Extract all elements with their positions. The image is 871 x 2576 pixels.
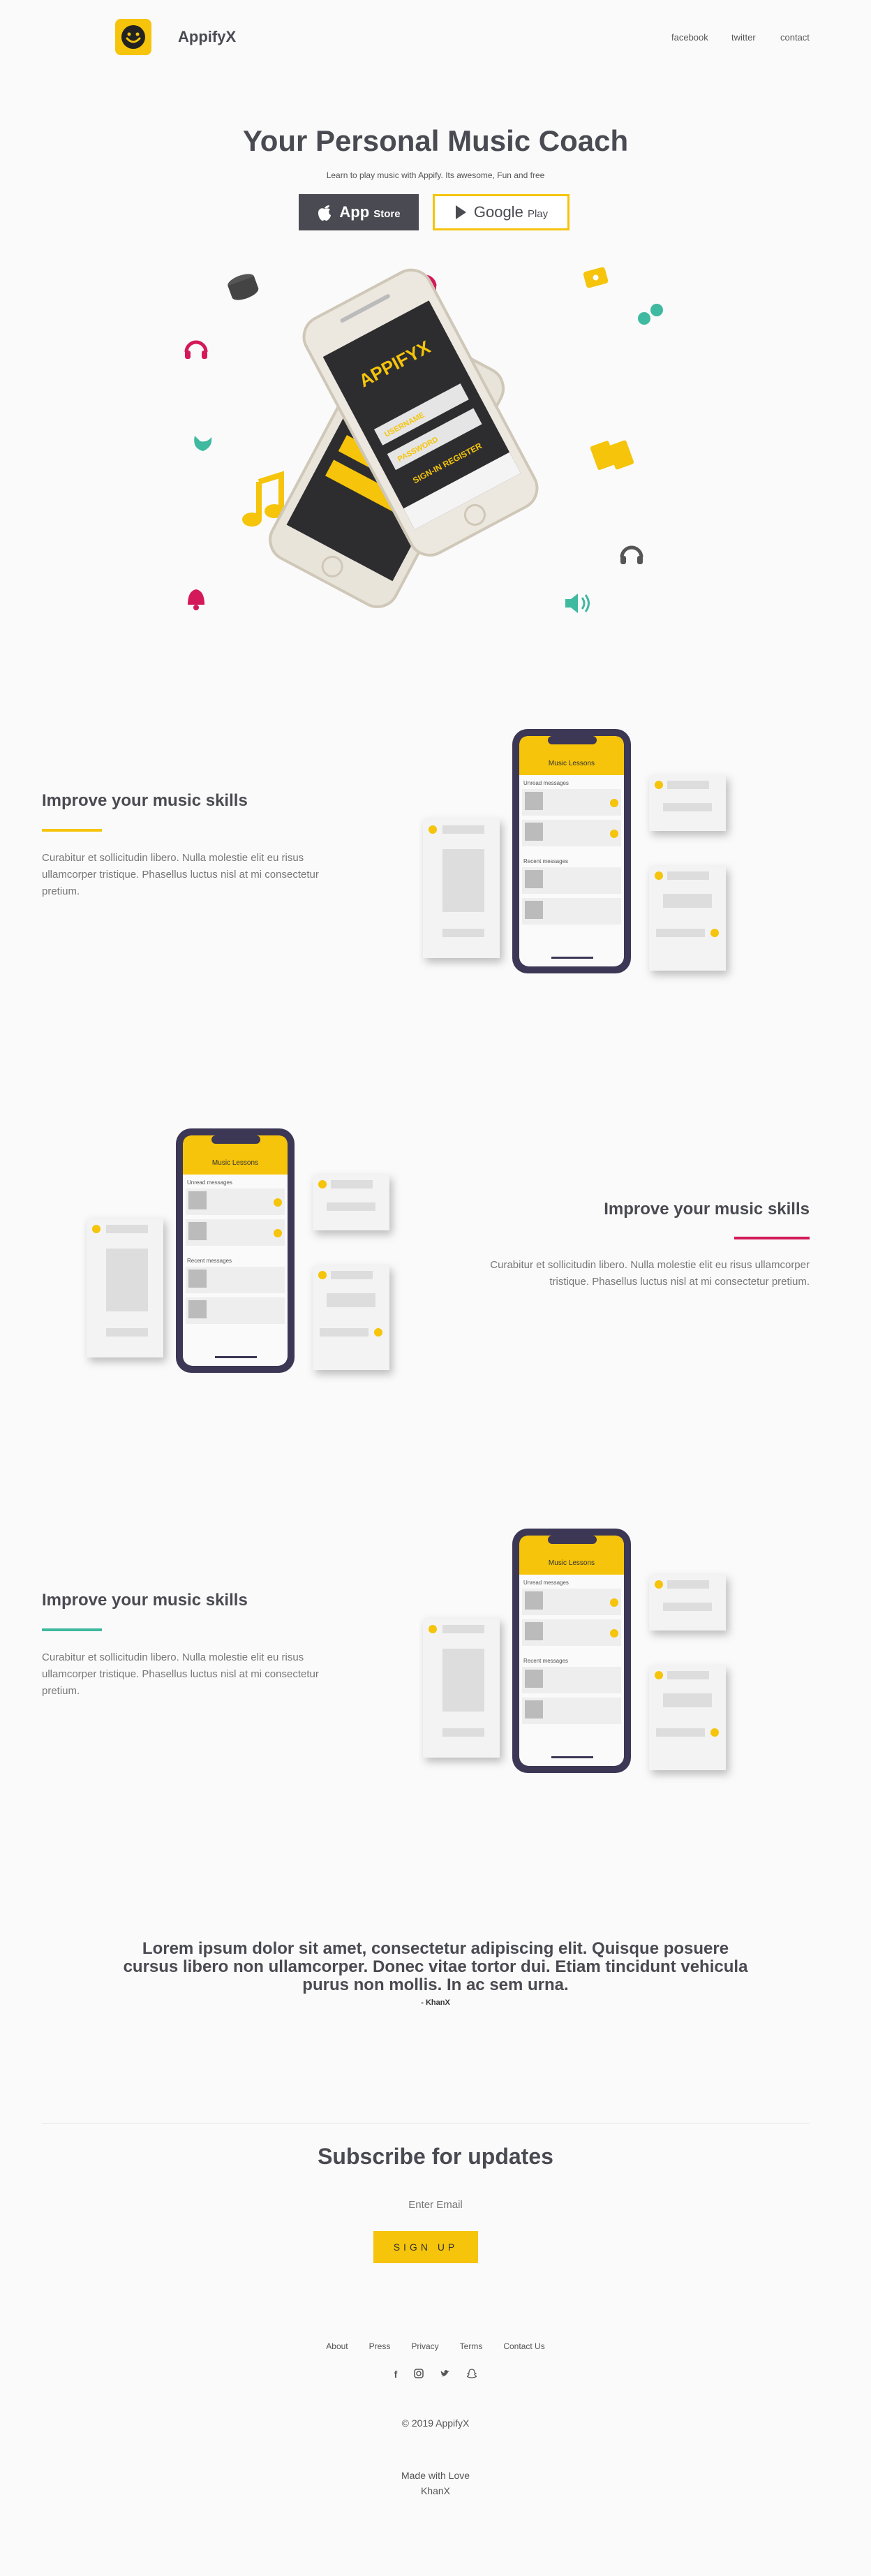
feature-2-text: Curabitur et sollicitudin libero. Nulla … — [490, 1259, 810, 1288]
hero-illustration: APPIFYX APPIFYX USERNAME PASSWORD SIGN-I… — [184, 267, 663, 613]
feature-2-accent — [734, 1237, 810, 1239]
chat-card-left — [87, 1218, 163, 1357]
bell-icon — [188, 589, 204, 610]
hero-title: Your Personal Music Coach — [242, 124, 629, 157]
chat-card-right-top — [649, 1575, 726, 1631]
feature-2-title: Improve your music skills — [604, 1200, 810, 1219]
mockup-recent: Recent messages — [523, 858, 568, 864]
twitter-icon[interactable] — [440, 2369, 450, 2380]
chat-card-right-top — [313, 1175, 389, 1230]
mockup-unread: Unread messages — [187, 1179, 232, 1186]
subscribe-title: Subscribe for updates — [318, 2144, 553, 2169]
brand-name[interactable]: AppifyX — [178, 28, 236, 46]
footer-link-contact[interactable]: Contact Us — [503, 2341, 544, 2351]
app-store-small: Store — [373, 208, 401, 220]
mockup-header: Music Lessons — [549, 1559, 595, 1567]
mockup-unread: Unread messages — [523, 1580, 569, 1586]
app-store-label: App — [339, 203, 370, 221]
feature-3-mockup: Music Lessons Unread messages Recent mes… — [423, 1529, 726, 1773]
social-links: f — [0, 2369, 871, 2380]
google-play-button[interactable]: Google Play — [433, 194, 570, 230]
chat-card-right-top — [649, 775, 726, 831]
phone-mockup: Music Lessons Unread messages Recent mes… — [512, 729, 631, 973]
headphones-icon — [620, 545, 643, 564]
chat-card-left — [423, 1618, 500, 1758]
testimonial-quote: Lorem ipsum dolor sit amet, consectetur … — [123, 1939, 748, 1994]
feature-1-mockup: Music Lessons Unread messages Recent mes… — [423, 729, 726, 973]
play-icon — [455, 205, 466, 219]
app-store-button[interactable]: App Store — [299, 194, 419, 230]
testimonial-author: - KhanX — [421, 1999, 450, 2007]
sign-up-button[interactable]: SIGN UP — [373, 2231, 478, 2263]
made-with: Made with Love KhanX — [0, 2468, 871, 2498]
footer-link-privacy[interactable]: Privacy — [411, 2341, 438, 2351]
guitar-pick-icon — [194, 436, 212, 451]
phone-mockup: Music Lessons Unread messages Recent mes… — [512, 1529, 631, 1773]
copyright: © 2019 AppifyX — [401, 2417, 470, 2429]
logo[interactable] — [115, 19, 151, 55]
chat-card-left — [423, 818, 500, 958]
feature-3-text: Curabitur et sollicitudin libero. Nulla … — [42, 1651, 319, 1697]
music-book-icon — [590, 440, 634, 470]
phone-mockup: Music Lessons Unread messages Recent mes… — [176, 1128, 295, 1373]
google-play-label: Google — [473, 203, 523, 221]
footer-link-press[interactable]: Press — [369, 2341, 391, 2351]
chat-card-right-bottom — [649, 1665, 726, 1770]
feature-3-title: Improve your music skills — [42, 1591, 248, 1610]
feature-3-accent — [42, 1628, 102, 1631]
nav-contact[interactable]: contact — [780, 32, 810, 43]
feature-2-mockup: Music Lessons Unread messages Recent mes… — [87, 1128, 389, 1373]
feature-1-text: Curabitur et sollicitudin libero. Nulla … — [42, 852, 319, 897]
footer-link-terms[interactable]: Terms — [460, 2341, 483, 2351]
feature-1-accent — [42, 829, 102, 832]
mockup-unread: Unread messages — [523, 780, 569, 786]
facebook-icon[interactable]: f — [394, 2369, 398, 2380]
mockup-header: Music Lessons — [549, 760, 595, 767]
radio-icon — [583, 267, 609, 288]
chat-card-right-bottom — [313, 1265, 389, 1370]
notes-icon — [638, 304, 663, 325]
footer-links: About Press Privacy Terms Contact Us — [0, 2341, 871, 2351]
mockup-header: Music Lessons — [212, 1159, 258, 1167]
headphones-icon — [184, 340, 208, 359]
mockup-recent: Recent messages — [187, 1258, 232, 1264]
mockup-recent: Recent messages — [523, 1658, 568, 1664]
section-divider — [42, 2123, 810, 2124]
made-with-love: Made with Love — [401, 2470, 470, 2481]
hero-subtitle: Learn to play music with Appify. Its awe… — [326, 170, 545, 180]
apple-icon — [318, 205, 332, 221]
nav-facebook[interactable]: facebook — [671, 32, 708, 43]
footer-link-about[interactable]: About — [326, 2341, 348, 2351]
smiley-icon — [121, 25, 145, 49]
site-header: AppifyX facebook twitter contact — [0, 0, 871, 73]
made-by-author: KhanX — [420, 2485, 451, 2496]
email-input[interactable] — [331, 2194, 540, 2215]
google-play-small: Play — [527, 208, 549, 220]
drum-icon — [228, 274, 259, 300]
feature-1-title: Improve your music skills — [42, 791, 248, 810]
chat-card-right-bottom — [649, 866, 726, 971]
speaker-icon — [565, 594, 590, 613]
nav-twitter[interactable]: twitter — [731, 32, 756, 43]
snapchat-icon[interactable] — [466, 2369, 479, 2380]
instagram-icon[interactable] — [414, 2369, 424, 2380]
